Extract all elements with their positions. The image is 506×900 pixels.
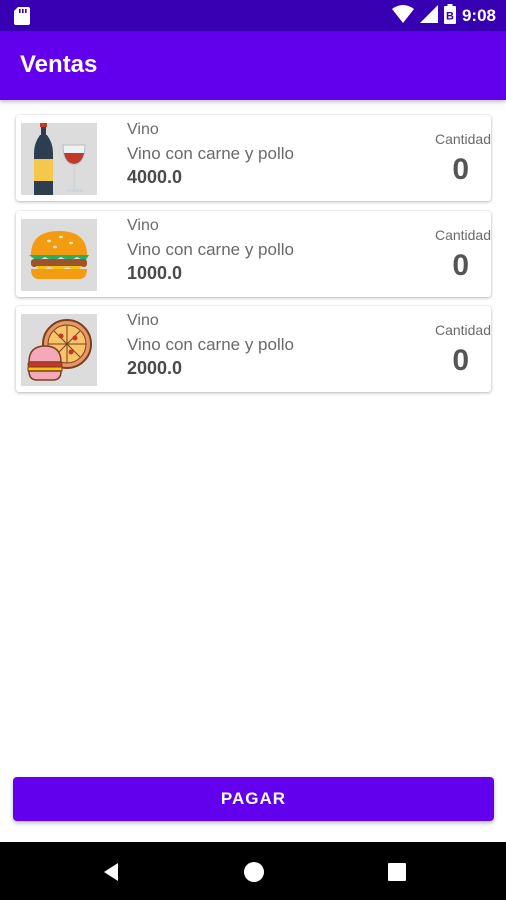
cell-signal-icon <box>419 4 438 28</box>
app-bar: Ventas <box>0 31 506 100</box>
battery-icon: B <box>443 3 456 29</box>
quantity-label: Cantidad <box>434 226 491 243</box>
product-name: Vino <box>127 121 159 138</box>
quantity-value: 0 <box>452 153 469 186</box>
pay-button[interactable]: PAGAR <box>13 777 494 821</box>
pizza-burger-image <box>21 314 97 386</box>
quantity-value: 0 <box>452 248 469 282</box>
product-description: Vino con carne y pollo <box>127 239 294 259</box>
wifi-icon <box>391 4 414 28</box>
product-name: Vino <box>127 216 159 234</box>
quantity-label: Cantidad <box>434 131 491 147</box>
quantity-label: Cantidad <box>434 322 491 338</box>
product-list: Vino Vino con carne y pollo 4000.0 Canti… <box>16 115 491 402</box>
wine-image <box>21 123 97 195</box>
quantity-value: 0 <box>452 344 469 377</box>
product-description: Vino con carne y pollo <box>127 144 294 163</box>
product-name: Vino <box>127 312 159 329</box>
page-title: Ventas <box>20 51 98 78</box>
product-price: 1000.0 <box>127 262 183 283</box>
product-card[interactable]: Vino Vino con carne y pollo 4000.0 Canti… <box>16 115 491 201</box>
home-icon[interactable] <box>243 861 265 883</box>
status-bar: B 9:08 <box>0 0 506 31</box>
recents-icon[interactable] <box>386 861 408 883</box>
product-price: 2000.0 <box>127 358 183 378</box>
navigation-bar <box>0 842 506 900</box>
product-description: Vino con carne y pollo <box>127 335 294 354</box>
status-clock: 9:08 <box>461 6 496 25</box>
product-card[interactable]: Vino Vino con carne y pollo 2000.0 Canti… <box>16 306 491 392</box>
back-icon[interactable] <box>100 861 122 883</box>
product-card[interactable]: Vino Vino con carne y pollo 1000.0 Canti… <box>16 210 491 297</box>
battery-glyph: B <box>446 10 454 22</box>
sd-card-icon <box>14 7 30 30</box>
product-price: 4000.0 <box>127 167 183 187</box>
burger-image <box>21 218 97 291</box>
